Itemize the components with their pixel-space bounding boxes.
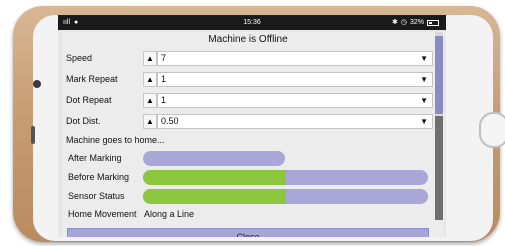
after-marking-label: After Marking <box>68 153 122 163</box>
status-time: 15:36 <box>243 19 261 26</box>
dot-dist-select[interactable]: 0.50 ▼ <box>157 114 433 129</box>
home-button[interactable] <box>479 112 505 148</box>
mark-repeat-select[interactable]: 1 ▼ <box>157 72 433 87</box>
before-marking-label: Before Marking <box>68 172 130 182</box>
status-right: ✱ ◷ 32% <box>392 15 439 30</box>
arrow-up-icon: ▲ <box>146 54 154 63</box>
chevron-down-icon: ▼ <box>420 96 428 105</box>
before-marking-fill <box>143 170 286 185</box>
home-movement-select[interactable]: Along a Line <box>144 209 194 219</box>
after-marking-toggle[interactable] <box>143 151 285 166</box>
chevron-down-icon: ▼ <box>420 117 428 126</box>
dot-repeat-select[interactable]: 1 ▼ <box>157 93 433 108</box>
sensor-status-toggle[interactable] <box>143 189 428 204</box>
close-button[interactable]: Close <box>67 228 429 237</box>
scrollbar[interactable] <box>435 32 443 220</box>
home-section-heading: Machine goes to home... <box>66 135 165 145</box>
speed-label: Speed <box>66 53 93 63</box>
before-marking-toggle[interactable] <box>143 170 428 185</box>
mark-repeat-label: Mark Repeat <box>66 74 118 84</box>
status-bar: ııll ● 15:36 ✱ ◷ 32% <box>58 15 446 30</box>
speed-value: 7 <box>161 53 167 63</box>
dot-dist-up-button[interactable]: ▲ <box>143 114 157 129</box>
dot-dist-label: Dot Dist. <box>66 116 101 126</box>
phone-screen: ııll ● 15:36 ✱ ◷ 32% Machine is Offline … <box>58 15 446 237</box>
machine-settings-panel: Machine is Offline Speed ▲ 7 ▼ Mark Repe… <box>62 32 444 237</box>
arrow-up-icon: ▲ <box>146 117 154 126</box>
scrollbar-thumb[interactable] <box>435 36 443 114</box>
chevron-down-icon: ▼ <box>420 75 428 84</box>
alarm-icon: ◷ <box>400 19 407 26</box>
mark-repeat-value: 1 <box>161 74 167 84</box>
dot-dist-value: 0.50 <box>161 116 179 126</box>
mark-repeat-up-button[interactable]: ▲ <box>143 72 157 87</box>
speed-up-button[interactable]: ▲ <box>143 51 157 66</box>
sensor-status-label: Sensor Status <box>68 191 125 201</box>
home-movement-label: Home Movement <box>68 209 137 219</box>
scrollbar-track-lower <box>435 116 443 220</box>
arrow-up-icon: ▲ <box>146 96 154 105</box>
battery-percent: 32% <box>409 19 424 26</box>
arrow-up-icon: ▲ <box>146 75 154 84</box>
page-title: Machine is Offline <box>208 34 288 45</box>
bluetooth-icon: ✱ <box>392 19 398 26</box>
chevron-down-icon: ▼ <box>420 54 428 63</box>
dot-repeat-label: Dot Repeat <box>66 95 112 105</box>
speed-select[interactable]: 7 ▼ <box>157 51 433 66</box>
battery-icon <box>427 19 439 26</box>
sensor-status-fill <box>143 189 286 204</box>
earpiece-icon <box>31 126 35 144</box>
camera-icon <box>33 80 41 88</box>
dot-repeat-value: 1 <box>161 95 167 105</box>
dot-repeat-up-button[interactable]: ▲ <box>143 93 157 108</box>
